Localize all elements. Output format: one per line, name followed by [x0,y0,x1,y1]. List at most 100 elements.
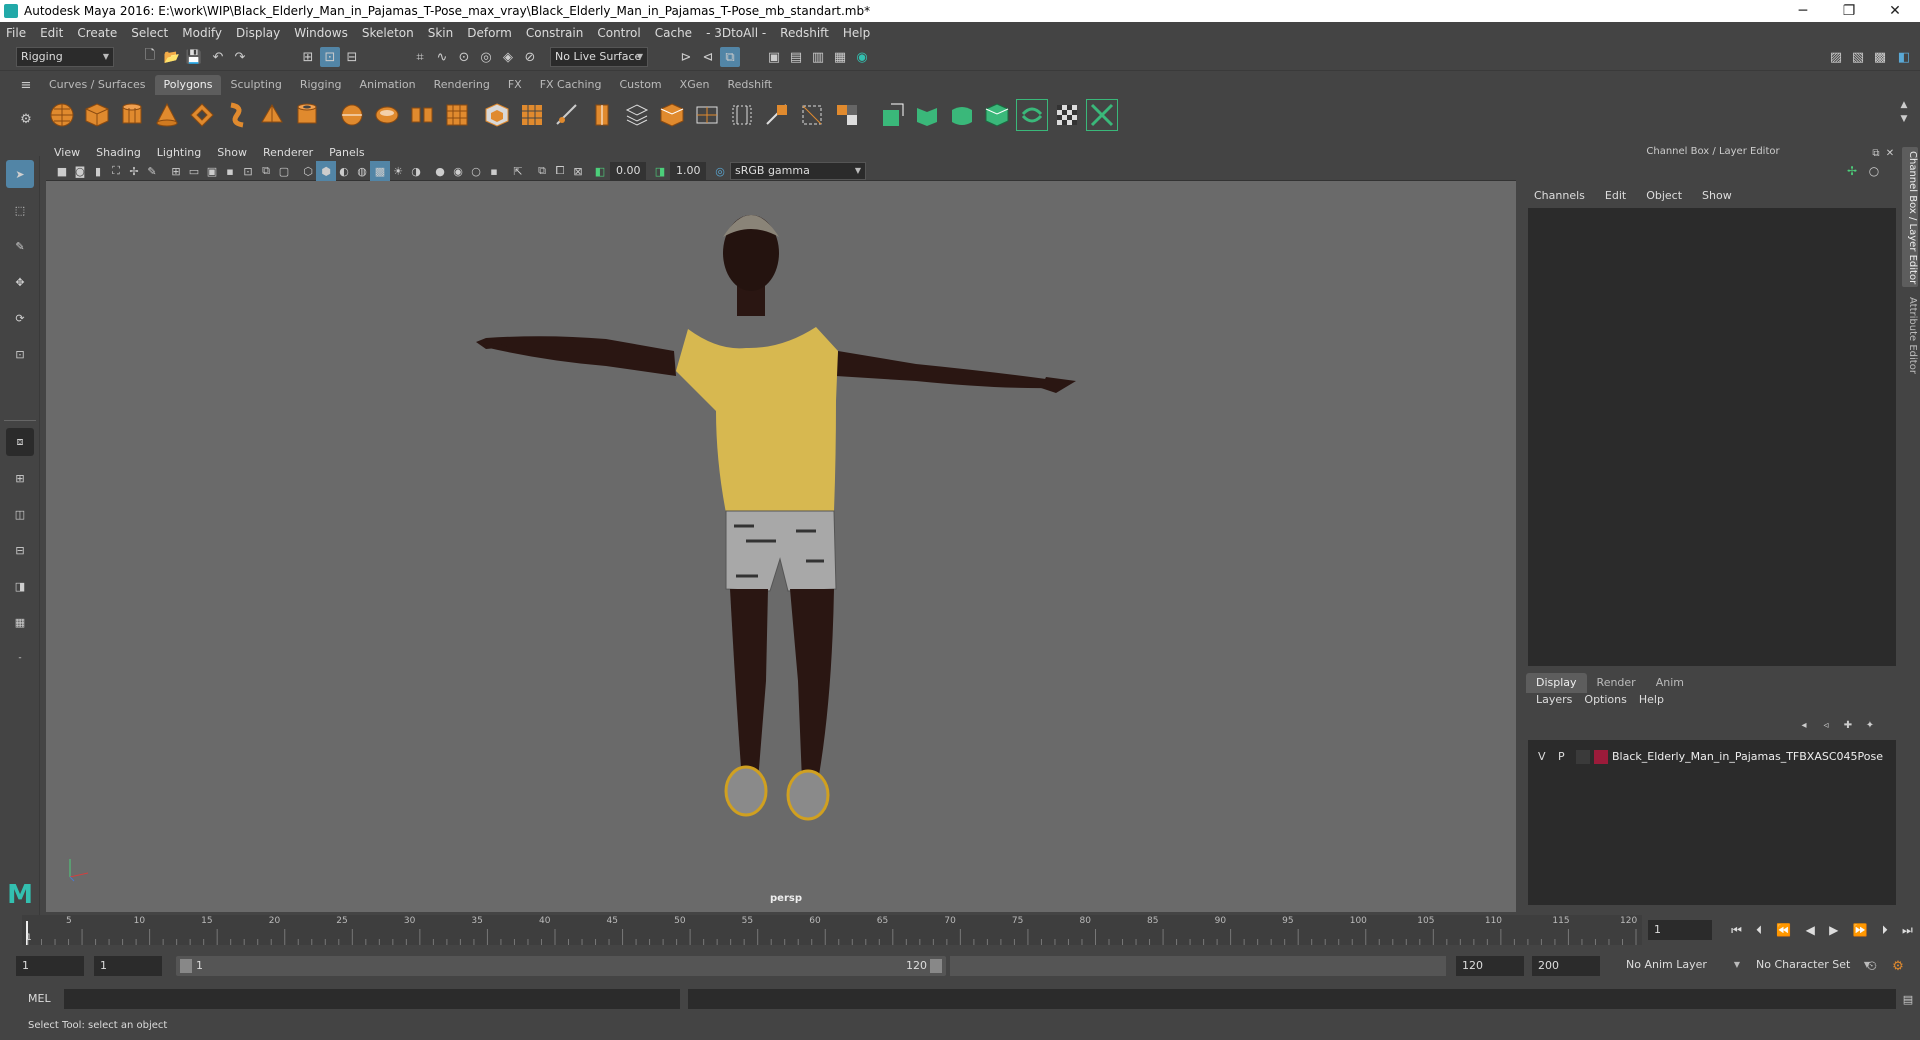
poly-sphere-icon[interactable] [46,99,78,131]
separate-icon[interactable] [371,99,403,131]
xray-joints-icon[interactable]: ⧠ [550,161,570,181]
shelf-tab-custom[interactable]: Custom [611,75,671,95]
menu-3dtoall[interactable]: - 3DtoAll - [706,26,766,40]
field-chart-icon[interactable]: ⊡ [238,161,258,181]
camera-select-icon[interactable]: ■ [52,161,72,181]
shelf-tab-redshift[interactable]: Redshift [718,75,781,95]
combine-icon[interactable] [336,99,368,131]
menu-constrain[interactable]: Constrain [526,26,584,40]
edit-menu[interactable]: Edit [1605,189,1626,207]
menu-modify[interactable]: Modify [182,26,222,40]
single-view-icon[interactable]: ⧈ [6,428,34,456]
persp-graph-icon[interactable]: ◨ [6,572,34,600]
uv-editor-icon[interactable] [876,99,908,131]
layer-playback-toggle[interactable]: P [1558,750,1565,763]
layer-type-toggle[interactable] [1576,750,1590,764]
shelf-tab-rigging[interactable]: Rigging [291,75,351,95]
depth-of-field-icon[interactable]: ▪ [484,161,504,181]
new-scene-icon[interactable]: 🗋 [140,47,160,67]
default-material-icon[interactable]: ◐ [334,161,354,181]
exposure-field[interactable]: 0.00 [610,162,646,180]
anti-alias-icon[interactable]: ○ [466,161,486,181]
safe-action-icon[interactable]: ⧉ [256,161,276,181]
connect-icon[interactable] [796,99,828,131]
poly-cone-icon[interactable] [151,99,183,131]
auto-seams-icon[interactable] [1016,99,1048,131]
auto-key-icon[interactable]: ⏲ [1862,956,1882,976]
shelf-tab-xgen[interactable]: XGen [671,75,719,95]
shelf-scroll-down-icon[interactable]: ▼ [1894,109,1914,129]
redo-icon[interactable]: ↷ [230,47,250,67]
step-forward-frame-icon[interactable]: ⏩ [1853,923,1868,937]
poly-pyramid-icon[interactable] [256,99,288,131]
snap-surface-icon[interactable]: ◈ [498,47,518,67]
end-time-field[interactable]: 200 [1532,956,1600,976]
panel-menu-panels[interactable]: Panels [329,146,364,159]
four-view-icon[interactable]: ⊞ [6,464,34,492]
resolution-gate-icon[interactable]: ▣ [202,161,222,181]
character-set-dropdown[interactable]: No Character Set [1752,956,1874,976]
shelf-tab-curves[interactable]: Curves / Surfaces [40,75,155,95]
new-layer-icon[interactable]: ✚ [1838,715,1858,735]
open-scene-icon[interactable]: 📂 [162,47,182,67]
rotate-tool-icon[interactable]: ⟳ [6,304,34,332]
shelf-tab-rendering[interactable]: Rendering [425,75,499,95]
live-surface-field[interactable]: No Live Surface [550,47,648,67]
menu-deform[interactable]: Deform [467,26,512,40]
shelf-menu-icon[interactable]: ≡ [16,75,36,95]
layer-row[interactable]: V P Black_Elderly_Man_in_Pajamas_TFBXASC… [1528,748,1896,766]
gamma-field[interactable]: 1.00 [670,162,706,180]
append-icon[interactable] [691,99,723,131]
time-slider[interactable]: 5 10 15 20 25 30 35 40 45 50 55 60 65 70 75 80 85 90 95 100… [22,915,1642,945]
image-plane-icon[interactable]: ⛶ [106,161,126,181]
channel-box-options-icon[interactable]: ✢ [1842,161,1862,181]
view-transform-dropdown[interactable]: sRGB gamma [730,162,866,180]
two-view-side-icon[interactable]: ◫ [6,500,34,528]
checker-map-icon[interactable] [1051,99,1083,131]
new-layer-selected-icon[interactable]: ✦ [1860,715,1880,735]
layer-name[interactable]: Black_Elderly_Man_in_Pajamas_TFBXASC045P… [1612,750,1883,763]
shelf-options-icon[interactable]: ⚙ [16,109,36,129]
step-back-key-icon[interactable]: ⏴ [1756,923,1762,938]
menu-set-dropdown[interactable]: Rigging [16,47,114,67]
output-ops-icon[interactable]: ⊲ [698,47,718,67]
close-button[interactable]: ✕ [1872,0,1918,22]
smooth-shade-icon[interactable]: ⬢ [316,161,336,181]
multi-cut-icon[interactable] [726,99,758,131]
panel-menu-renderer[interactable]: Renderer [263,146,313,159]
menu-skeleton[interactable]: Skeleton [362,26,414,40]
smooth-icon[interactable] [481,99,513,131]
layer-color-swatch[interactable] [1594,750,1608,764]
layer-visibility-toggle[interactable]: V [1538,750,1546,763]
gate-mask-icon[interactable]: ▪ [220,161,240,181]
toggle-panel-icon[interactable]: ◧ [1894,47,1914,67]
playback-end-field[interactable]: 120 [1456,956,1524,976]
workspace-icon-1[interactable]: ▨ [1826,47,1846,67]
persp-viewport[interactable]: persp [46,181,1516,912]
side-tab-attribute-editor[interactable]: Attribute Editor [1902,293,1918,383]
extrude-icon[interactable] [586,99,618,131]
poly-torus-icon[interactable] [186,99,218,131]
go-to-end-icon[interactable]: ⏭ [1902,923,1913,938]
menu-create[interactable]: Create [77,26,117,40]
panel-menu-shading[interactable]: Shading [96,146,141,159]
select-component-icon[interactable]: ⊟ [342,47,362,67]
poly-cylinder-icon[interactable] [116,99,148,131]
menu-control[interactable]: Control [597,26,640,40]
layers-menu[interactable]: Layers [1536,693,1572,711]
toolbox-more-icon[interactable]: - [6,644,34,672]
shelf-tab-fx-caching[interactable]: FX Caching [531,75,611,95]
character-model[interactable] [46,181,1516,912]
render-settings-icon[interactable]: ▦ [830,47,850,67]
preferences-icon[interactable]: ⚙ [1888,956,1908,976]
hypershade-icon[interactable]: ◉ [852,47,872,67]
ipr-render-icon[interactable]: ▥ [808,47,828,67]
panel-menu-view[interactable]: View [54,146,80,159]
help-menu[interactable]: Help [1639,693,1664,711]
isolate-select-icon[interactable]: ⇱ [508,161,528,181]
bookmark-icon[interactable]: ▮ [88,161,108,181]
anim-layer-dropdown[interactable]: No Anim Layer [1622,956,1744,976]
menu-select[interactable]: Select [131,26,168,40]
playback-start-field[interactable]: 1 [94,956,162,976]
cylindrical-map-icon[interactable] [946,99,978,131]
